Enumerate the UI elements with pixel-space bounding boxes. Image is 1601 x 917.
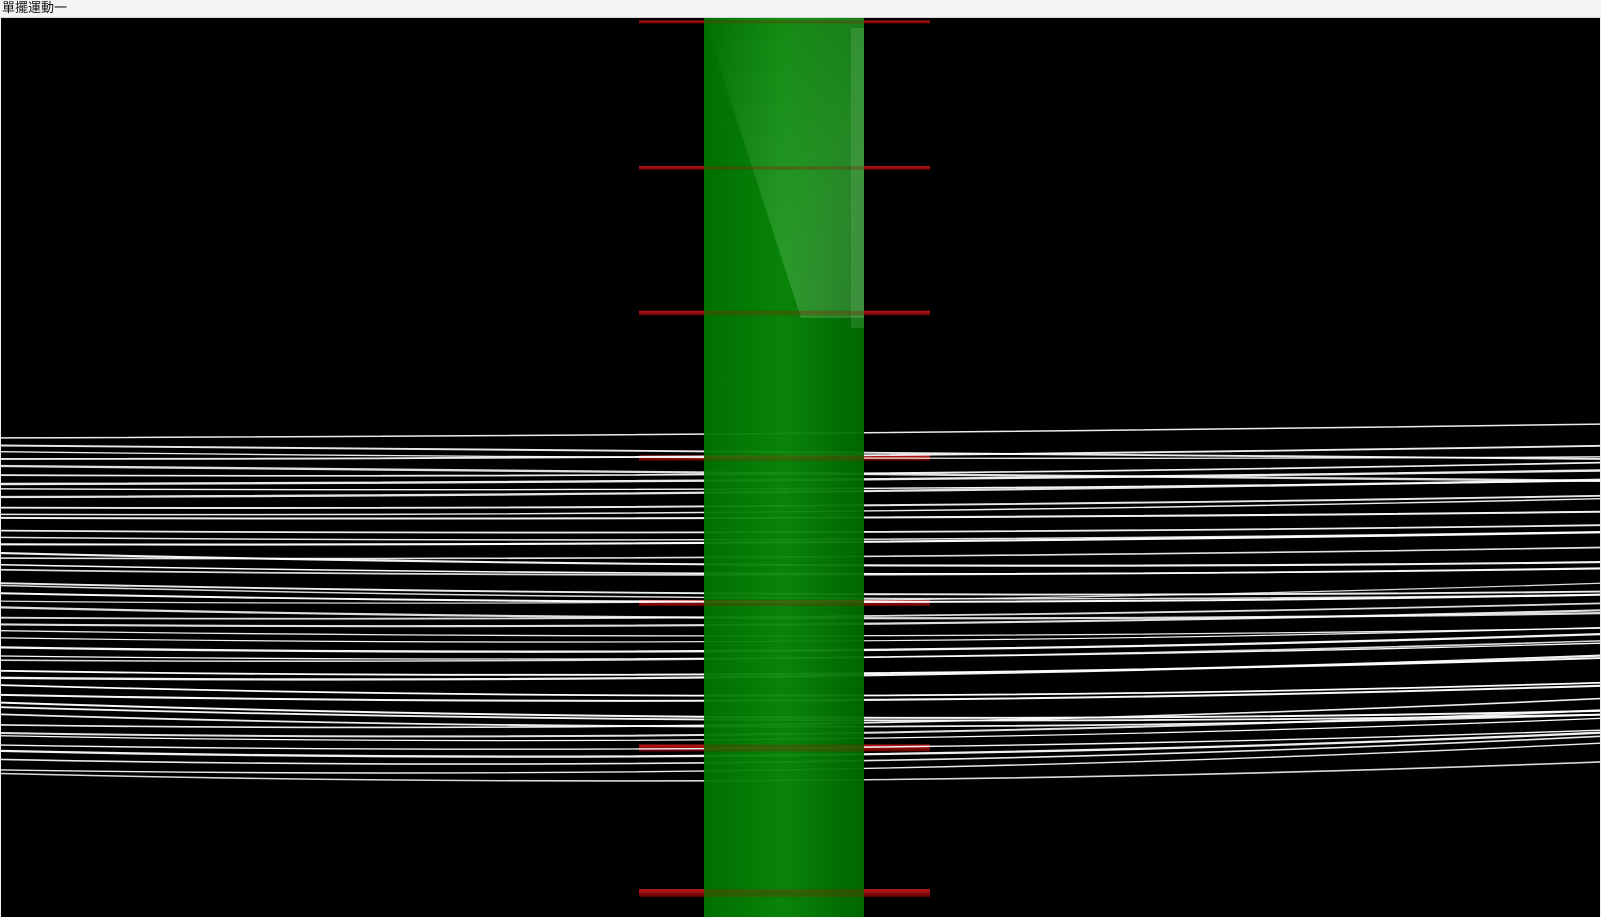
support-bar-right	[864, 20, 930, 24]
support-bar-center	[704, 310, 864, 316]
support-bar-right	[864, 166, 930, 170]
support-bar-right	[864, 599, 930, 607]
support-bar-left	[639, 310, 705, 316]
window-title: 單擺運動一	[2, 1, 68, 16]
support-bar-center	[704, 20, 864, 24]
support-bar-center	[704, 166, 864, 170]
support-bar-left	[639, 166, 705, 170]
support-bar-center	[704, 455, 864, 461]
support-bar-left	[639, 889, 705, 897]
support-bar-right	[864, 310, 930, 316]
support-bar-left	[639, 20, 705, 24]
support-bar-center	[704, 889, 864, 897]
support-bar-right	[864, 744, 930, 752]
window-titlebar: 單擺運動一	[0, 0, 1601, 18]
green-column	[704, 18, 864, 917]
support-bar-center	[704, 744, 864, 752]
support-bar-center	[704, 599, 864, 607]
scene-canvas	[1, 18, 1600, 917]
support-bar-right	[864, 889, 930, 897]
simulation-viewport[interactable]	[1, 18, 1600, 917]
